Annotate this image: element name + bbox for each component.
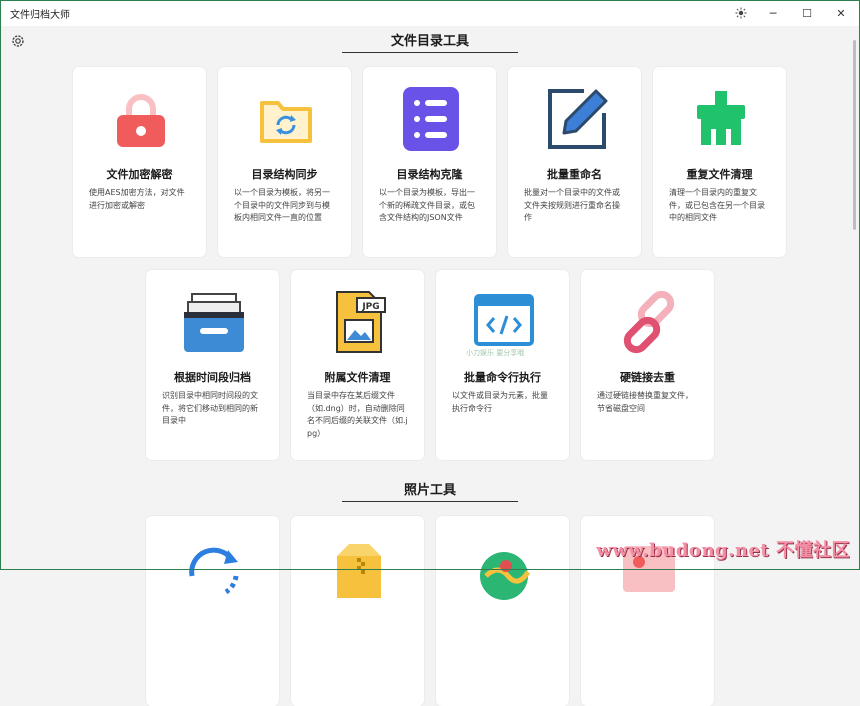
sun-icon[interactable] (724, 0, 758, 26)
folder-sync-icon (254, 87, 318, 151)
card-attachment-cleanup[interactable]: JPG 附属文件清理 当目录中存在某后缀文件（如.dng）时，自动删除同名不同后… (291, 270, 424, 460)
card-description: 识别目录中相同时间段的文件，将它们移动到相同的新目录中 (162, 391, 258, 425)
card-title: 文件加密解密 (106, 168, 173, 181)
card-dir-clone[interactable]: 目录结构克隆 以一个目录为模板，导出一个新的稀疏文件目录，或包含文件结构的JSO… (363, 67, 496, 257)
zip-icon (327, 536, 391, 600)
card-hardlink-dedupe[interactable]: 硬链接去重 通过硬链接替换重复文件，节省磁盘空间 (581, 270, 714, 460)
archive-box-icon (182, 290, 246, 354)
list-icon (399, 87, 463, 151)
maximize-button[interactable]: ☐ (790, 0, 824, 26)
edit-icon (544, 87, 608, 151)
card-description: 批量对一个目录中的文件或文件夹按规则进行重命名操作 (524, 188, 620, 222)
map-icon (472, 536, 536, 600)
card-description: 通过硬链接替换重复文件，节省磁盘空间 (597, 391, 693, 413)
card-photo-map[interactable] (436, 516, 569, 706)
title-bar: 文件归档大师 ─ ☐ ✕ (0, 0, 860, 26)
gear-icon[interactable] (10, 33, 26, 49)
lock-icon (109, 87, 173, 151)
card-description: 以一个目录为模板，将另一个目录中的文件同步到与模板内相同文件一直的位置 (234, 188, 330, 222)
terminal-icon (472, 290, 536, 354)
card-title: 目录结构同步 (251, 168, 318, 181)
card-dir-sync[interactable]: 目录结构同步 以一个目录为模板，将另一个目录中的文件同步到与模板内相同文件一直的… (218, 67, 351, 257)
section-title-file-tools: 文件目录工具 (390, 34, 469, 49)
svg-text:JPG: JPG (361, 302, 379, 312)
card-title: 硬链接去重 (620, 371, 675, 384)
card-title: 根据时间段归档 (174, 371, 251, 384)
card-batch-rename[interactable]: 批量重命名 批量对一个目录中的文件或文件夹按规则进行重命名操作 (508, 67, 641, 257)
section-underline (342, 501, 518, 502)
scrollbar[interactable] (853, 40, 856, 230)
app-title: 文件归档大师 (10, 10, 70, 21)
card-batch-command[interactable]: 批量命令行执行 以文件或目录为元素，批量执行命令行 (436, 270, 569, 460)
card-title: 附属文件清理 (324, 371, 391, 384)
card-photo-rotate[interactable] (146, 516, 279, 706)
card-title: 批量命令行执行 (464, 371, 541, 384)
jpg-file-icon: JPG (327, 290, 391, 354)
close-button[interactable]: ✕ (824, 0, 858, 26)
watermark-large: www.budong.net 不懂社区 (596, 540, 850, 561)
cleanup-icon (689, 87, 753, 151)
card-archive-by-time[interactable]: 根据时间段归档 识别目录中相同时间段的文件，将它们移动到相同的新目录中 (146, 270, 279, 460)
card-title: 重复文件清理 (686, 168, 753, 181)
hardlink-icon (617, 290, 681, 354)
card-description: 当目录中存在某后缀文件（如.dng）时，自动删除同名不同后缀的关联文件（如.jp… (307, 391, 408, 438)
card-description: 以一个目录为模板，导出一个新的稀疏文件目录，或包含文件结构的JSON文件 (379, 188, 475, 222)
card-title: 目录结构克隆 (396, 168, 463, 181)
rotate-icon (182, 536, 246, 600)
card-duplicate-cleanup[interactable]: 重复文件清理 清理一个目录内的重复文件，或已包含在另一个目录中的相同文件 (653, 67, 786, 257)
watermark-small: 小刀娱乐 要分享哦 (466, 349, 525, 357)
section-title-photo-tools: 照片工具 (403, 483, 456, 498)
minimize-button[interactable]: ─ (756, 0, 790, 26)
card-description: 以文件或目录为元素，批量执行命令行 (452, 391, 548, 413)
card-photo-zip[interactable] (291, 516, 424, 706)
section-underline (342, 52, 518, 53)
card-title: 批量重命名 (547, 168, 602, 181)
card-description: 使用AES加密方法，对文件进行加密或解密 (89, 188, 185, 210)
card-description: 清理一个目录内的重复文件，或已包含在另一个目录中的相同文件 (669, 188, 765, 222)
card-file-encrypt[interactable]: 文件加密解密 使用AES加密方法，对文件进行加密或解密 (73, 67, 206, 257)
